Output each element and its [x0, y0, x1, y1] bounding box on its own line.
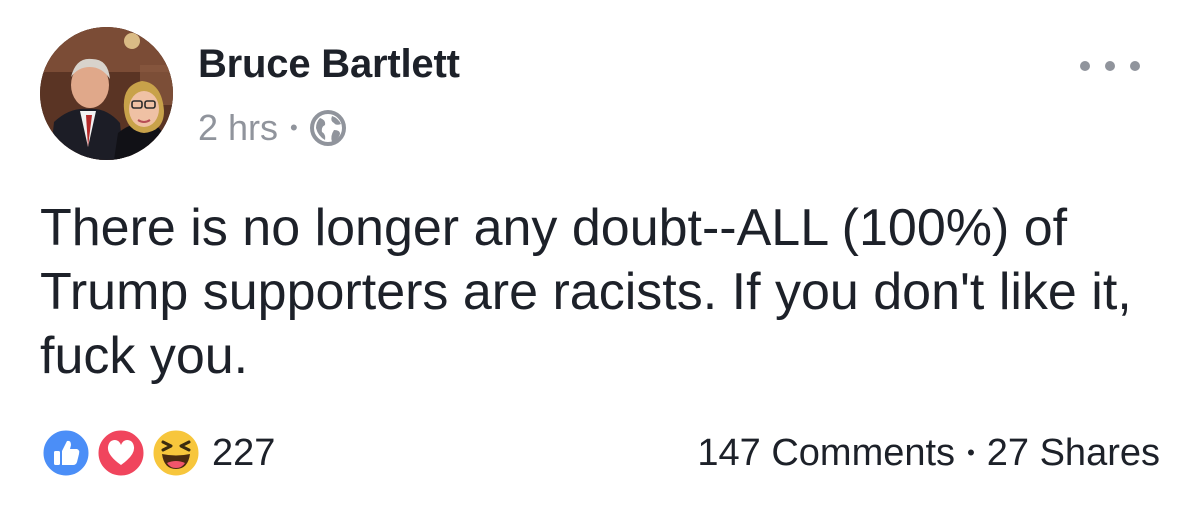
reaction-icons: [40, 427, 202, 479]
more-options-icon[interactable]: [1080, 52, 1140, 80]
post-meta: 2 hrs •: [198, 106, 348, 150]
haha-icon: [150, 427, 202, 479]
facebook-post: Bruce Bartlett 2 hrs • There is no longe…: [0, 0, 1200, 516]
reactions-summary[interactable]: 227: [40, 426, 275, 480]
timestamp[interactable]: 2 hrs: [198, 107, 278, 149]
engagement-separator: •: [967, 440, 975, 465]
reaction-count: 227: [212, 431, 276, 474]
profile-photo: [40, 27, 173, 160]
engagement-summary: 147 Comments • 27 Shares: [697, 428, 1160, 478]
avatar[interactable]: [40, 27, 173, 160]
comments-link[interactable]: 147 Comments: [697, 432, 955, 475]
love-icon: [95, 427, 147, 479]
like-icon: [40, 427, 92, 479]
more-dot: [1130, 61, 1140, 71]
post-text: There is no longer any doubt--ALL (100%)…: [40, 199, 1132, 385]
author-name[interactable]: Bruce Bartlett: [198, 40, 460, 88]
more-dot: [1105, 61, 1115, 71]
more-dot: [1080, 61, 1090, 71]
globe-icon[interactable]: [308, 108, 348, 148]
meta-separator: •: [290, 115, 298, 140]
shares-link[interactable]: 27 Shares: [987, 432, 1160, 475]
